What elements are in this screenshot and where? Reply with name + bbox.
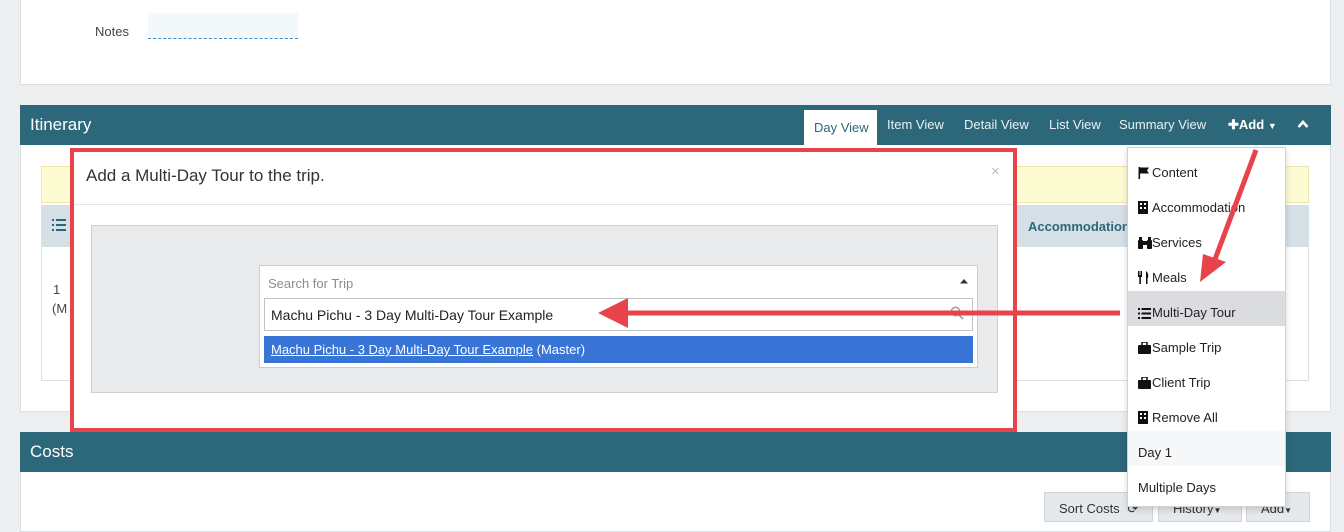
annotation-arrow-down <box>1211 149 1259 263</box>
annotation-arrowhead-left <box>598 298 628 328</box>
annotation-arrowhead-down <box>1200 254 1226 282</box>
annotation-arrows <box>598 149 1259 328</box>
